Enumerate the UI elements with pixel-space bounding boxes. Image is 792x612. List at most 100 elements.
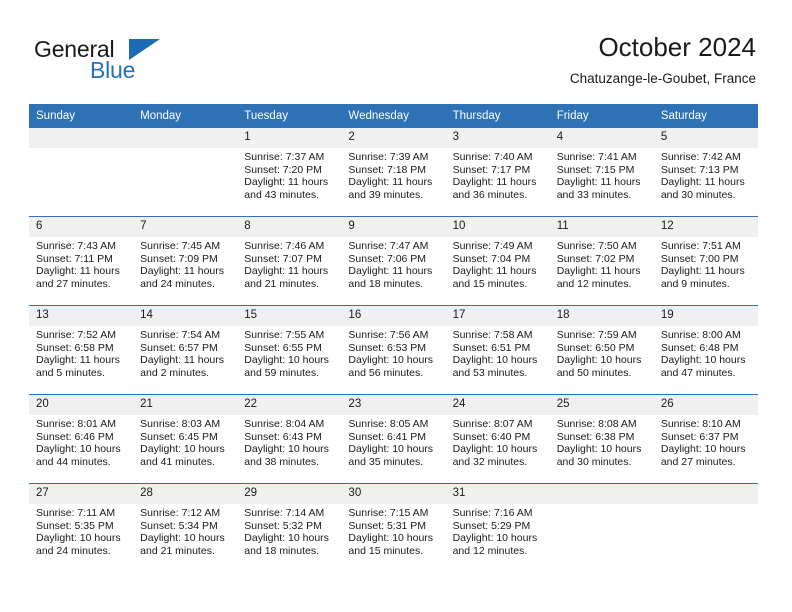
day-details: Sunrise: 8:10 AM Sunset: 6:37 PM Daylight:…: [654, 415, 758, 468]
weekday-header-sunday: Sunday: [29, 104, 134, 128]
daylight-text-line1: Daylight: 11 hours: [348, 176, 433, 189]
calendar-day-cell[interactable]: 11 Sunrise: 7:50 AM Sunset: 7:02 PM Dayligh…: [549, 216, 654, 306]
day-number: 20: [29, 395, 134, 415]
day-cell-content: [29, 128, 134, 216]
day-cell-content: 27 Sunrise: 7:11 AM Sunset: 5:35 PM Dayligh…: [29, 484, 134, 572]
calendar-day-cell[interactable]: 4 Sunrise: 7:41 AM Sunset: 7:15 PM Daylight…: [549, 127, 654, 217]
calendar-day-cell[interactable]: 16 Sunrise: 7:56 AM Sunset: 6:53 PM Dayligh…: [341, 305, 446, 395]
calendar-day-cell[interactable]: 15 Sunrise: 7:55 AM Sunset: 6:55 PM Dayligh…: [237, 305, 342, 395]
weekday-header-tuesday: Tuesday: [237, 104, 342, 128]
calendar-day-cell[interactable]: 27 Sunrise: 7:11 AM Sunset: 5:35 PM Dayligh…: [29, 483, 134, 572]
sunrise-text: Sunrise: 7:45 AM: [140, 240, 221, 252]
day-details: Sunrise: 8:07 AM Sunset: 6:40 PM Daylight:…: [446, 415, 550, 468]
sunrise-text: Sunrise: 8:05 AM: [348, 418, 429, 430]
day-number: 19: [653, 306, 758, 326]
day-details: Sunrise: 7:12 AM Sunset: 5:34 PM Daylight:…: [133, 504, 237, 557]
day-cell-content: 2 Sunrise: 7:39 AM Sunset: 7:18 PM Daylight…: [341, 128, 446, 216]
sunset-text: Sunset: 7:09 PM: [140, 252, 218, 265]
day-cell-content: 1 Sunrise: 7:37 AM Sunset: 7:20 PM Daylight…: [237, 128, 342, 216]
day-details: Sunrise: 7:46 AM Sunset: 7:07 PM Daylight:…: [237, 237, 341, 290]
daylight-text-line1: Daylight: 11 hours: [140, 354, 224, 367]
calendar-day-cell[interactable]: 12 Sunrise: 7:51 AM Sunset: 7:00 PM Dayligh…: [653, 216, 758, 306]
daylight-text-line2: and 50 minutes.: [556, 366, 632, 379]
day-cell-content: 6 Sunrise: 7:43 AM Sunset: 7:11 PM Daylight…: [29, 217, 134, 305]
sunset-text: Sunset: 7:00 PM: [660, 252, 739, 265]
daylight-text-line2: and 9 minutes.: [660, 277, 730, 290]
calendar-day-cell-empty: [549, 483, 654, 572]
calendar-day-cell[interactable]: 28 Sunrise: 7:12 AM Sunset: 5:34 PM Dayligh…: [133, 483, 238, 572]
calendar-day-cell[interactable]: 9 Sunrise: 7:47 AM Sunset: 7:06 PM Daylight…: [341, 216, 446, 306]
calendar-day-cell[interactable]: 19 Sunrise: 8:00 AM Sunset: 6:48 PM Dayligh…: [653, 305, 758, 395]
day-number: 7: [133, 217, 238, 237]
calendar-day-cell[interactable]: 17 Sunrise: 7:58 AM Sunset: 6:51 PM Dayligh…: [445, 305, 550, 395]
sunrise-text: Sunrise: 7:42 AM: [660, 151, 741, 163]
daylight-text-line2: and 18 minutes.: [348, 277, 424, 290]
calendar-body: 1 Sunrise: 7:37 AM Sunset: 7:20 PM Daylight…: [29, 127, 758, 572]
page-header: General Blue October 2024 Chatuzange-le-…: [0, 0, 792, 104]
generalblue-logo[interactable]: General Blue: [34, 36, 224, 88]
sunset-text: Sunset: 7:18 PM: [348, 163, 427, 176]
calendar-day-cell[interactable]: 20 Sunrise: 8:01 AM Sunset: 6:46 PM Dayligh…: [29, 394, 134, 484]
sunrise-text: Sunrise: 7:37 AM: [244, 151, 325, 163]
calendar-day-cell[interactable]: 8 Sunrise: 7:46 AM Sunset: 7:07 PM Daylight…: [237, 216, 342, 306]
day-details: Sunrise: 8:08 AM Sunset: 6:38 PM Daylight:…: [550, 415, 654, 468]
calendar-day-cell-empty: [653, 483, 758, 572]
calendar-day-cell[interactable]: 10 Sunrise: 7:49 AM Sunset: 7:04 PM Dayligh…: [445, 216, 550, 306]
weekday-header-saturday: Saturday: [653, 104, 758, 128]
day-number: 12: [653, 217, 758, 237]
calendar-day-cell[interactable]: 18 Sunrise: 7:59 AM Sunset: 6:50 PM Dayligh…: [549, 305, 654, 395]
calendar-day-cell[interactable]: 24 Sunrise: 8:07 AM Sunset: 6:40 PM Dayligh…: [445, 394, 550, 484]
calendar-day-cell[interactable]: 2 Sunrise: 7:39 AM Sunset: 7:18 PM Daylight…: [341, 127, 446, 217]
weekday-header-thursday: Thursday: [445, 104, 550, 128]
sunrise-text: Sunrise: 7:55 AM: [244, 329, 325, 341]
day-number: 23: [341, 395, 446, 415]
sunset-text: Sunset: 6:50 PM: [556, 341, 635, 354]
day-cell-content: 4 Sunrise: 7:41 AM Sunset: 7:15 PM Daylight…: [549, 128, 654, 216]
day-details: Sunrise: 7:39 AM Sunset: 7:18 PM Daylight:…: [341, 148, 445, 201]
calendar-day-cell[interactable]: 30 Sunrise: 7:15 AM Sunset: 5:31 PM Dayligh…: [341, 483, 446, 572]
sunrise-text: Sunrise: 8:01 AM: [36, 418, 116, 430]
calendar-day-cell[interactable]: 13 Sunrise: 7:52 AM Sunset: 6:58 PM Dayligh…: [29, 305, 134, 395]
daylight-text-line2: and 12 minutes.: [556, 277, 632, 290]
daylight-text-line2: and 43 minutes.: [244, 188, 319, 201]
calendar-day-cell[interactable]: 7 Sunrise: 7:45 AM Sunset: 7:09 PM Daylight…: [133, 216, 238, 306]
daylight-text-line1: Daylight: 11 hours: [244, 265, 329, 278]
daylight-text-line2: and 59 minutes.: [244, 366, 319, 379]
calendar-day-cell[interactable]: 29 Sunrise: 7:14 AM Sunset: 5:32 PM Dayligh…: [237, 483, 342, 572]
sunset-text: Sunset: 7:06 PM: [348, 252, 427, 265]
calendar-day-cell[interactable]: 31 Sunrise: 7:16 AM Sunset: 5:29 PM Dayligh…: [445, 483, 550, 572]
sunset-text: Sunset: 7:13 PM: [660, 163, 739, 176]
day-number: 8: [237, 217, 342, 237]
day-number: [133, 128, 238, 148]
calendar-day-cell[interactable]: 5 Sunrise: 7:42 AM Sunset: 7:13 PM Daylight…: [653, 127, 758, 217]
daylight-text-line1: Daylight: 11 hours: [556, 265, 641, 278]
daylight-text-line2: and 30 minutes.: [660, 188, 736, 201]
daylight-text-line2: and 32 minutes.: [452, 455, 528, 468]
day-cell-content: 31 Sunrise: 7:16 AM Sunset: 5:29 PM Dayligh…: [445, 484, 550, 572]
day-number: 24: [445, 395, 550, 415]
calendar-day-cell[interactable]: 6 Sunrise: 7:43 AM Sunset: 7:11 PM Daylight…: [29, 216, 134, 306]
day-number: 13: [29, 306, 134, 326]
day-details: Sunrise: 7:11 AM Sunset: 5:35 PM Daylight:…: [29, 504, 133, 557]
sunrise-text: Sunrise: 7:49 AM: [452, 240, 533, 252]
day-details: Sunrise: 7:40 AM Sunset: 7:17 PM Daylight:…: [446, 148, 550, 201]
calendar-day-cell[interactable]: 25 Sunrise: 8:08 AM Sunset: 6:38 PM Dayligh…: [549, 394, 654, 484]
calendar-day-cell[interactable]: 14 Sunrise: 7:54 AM Sunset: 6:57 PM Dayligh…: [133, 305, 238, 395]
calendar-day-cell-empty: [29, 127, 134, 217]
calendar-day-cell[interactable]: 1 Sunrise: 7:37 AM Sunset: 7:20 PM Daylight…: [237, 127, 342, 217]
daylight-text-line1: Daylight: 10 hours: [452, 532, 538, 545]
sunrise-text: Sunrise: 7:14 AM: [244, 507, 325, 519]
daylight-text-line2: and 18 minutes.: [244, 544, 319, 557]
calendar-day-cell[interactable]: 26 Sunrise: 8:10 AM Sunset: 6:37 PM Dayligh…: [653, 394, 758, 484]
calendar-week-row: 27 Sunrise: 7:11 AM Sunset: 5:35 PM Dayligh…: [29, 483, 758, 572]
daylight-text-line2: and 39 minutes.: [348, 188, 424, 201]
calendar-day-cell[interactable]: 23 Sunrise: 8:05 AM Sunset: 6:41 PM Dayligh…: [341, 394, 446, 484]
day-number: 6: [29, 217, 134, 237]
daylight-text-line2: and 24 minutes.: [140, 277, 215, 290]
calendar-day-cell[interactable]: 21 Sunrise: 8:03 AM Sunset: 6:45 PM Dayligh…: [133, 394, 238, 484]
calendar-day-cell[interactable]: 3 Sunrise: 7:40 AM Sunset: 7:17 PM Daylight…: [445, 127, 550, 217]
day-number: 14: [133, 306, 238, 326]
day-number: 9: [341, 217, 446, 237]
sunrise-text: Sunrise: 7:40 AM: [452, 151, 533, 163]
calendar-day-cell[interactable]: 22 Sunrise: 8:04 AM Sunset: 6:43 PM Dayligh…: [237, 394, 342, 484]
